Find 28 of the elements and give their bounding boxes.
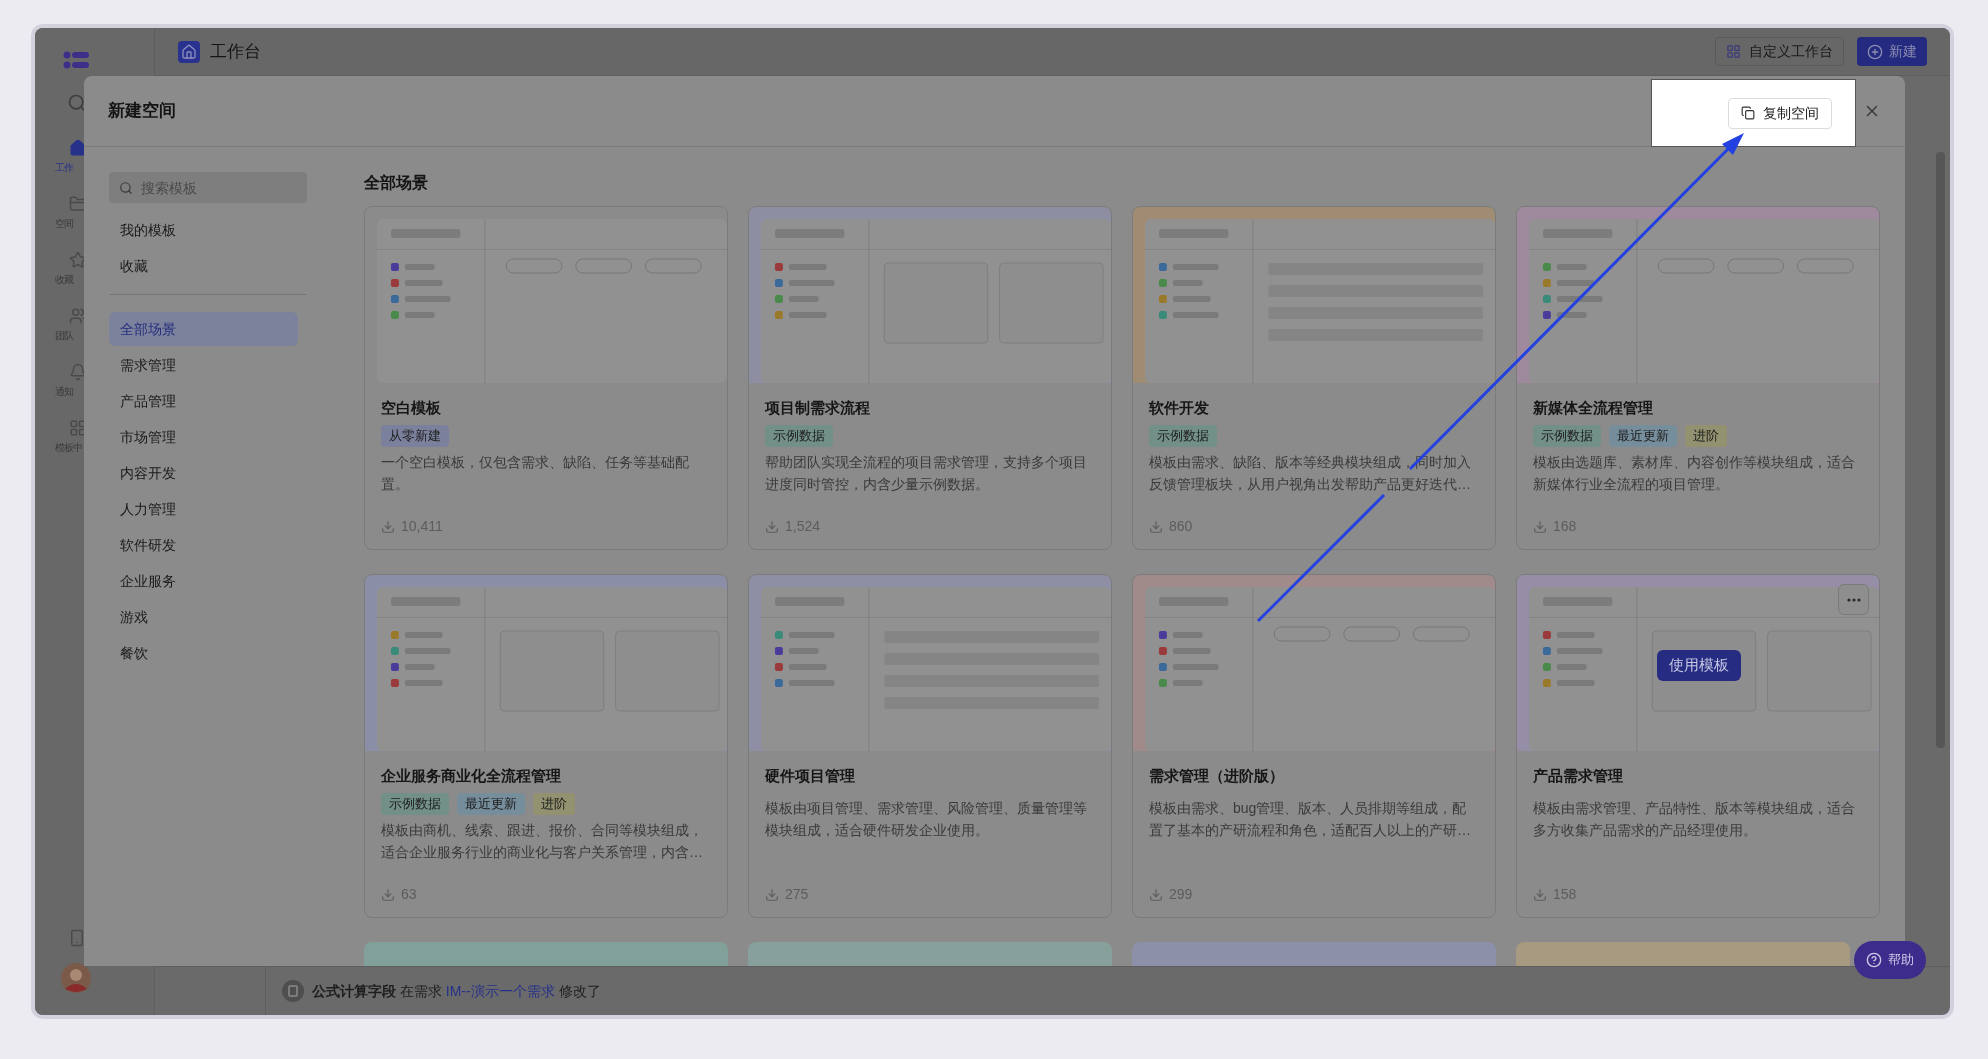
card-title: 项目制需求流程 bbox=[765, 398, 871, 418]
card-title: 需求管理（进阶版） bbox=[1149, 766, 1285, 786]
card-title: 企业服务商业化全流程管理 bbox=[381, 766, 562, 786]
card-title: 空白模板 bbox=[381, 398, 442, 418]
tag: 从零新建 bbox=[381, 425, 449, 447]
card-description: 一个空白模板，仅包含需求、缺陷、任务等基础配置。 bbox=[381, 453, 690, 494]
activity-text: 公式计算字段 在需求 IM--演示一个需求 修改了 bbox=[312, 981, 601, 1001]
tag: 示例数据 bbox=[381, 793, 449, 815]
card-title: 产品需求管理 bbox=[1533, 766, 1624, 786]
card-title: 硬件项目管理 bbox=[765, 766, 856, 786]
tag: 最近更新 bbox=[457, 793, 525, 815]
tag: 示例数据 bbox=[765, 425, 833, 447]
card-description: 模板由商机、线索、跟进、报价、合同等模块组成，适合企业服务行业的商业化与客户关系管理，内含… bbox=[381, 821, 704, 862]
card-description: 帮助团队实现全流程的项目需求管理，支持多个项目进度同时管控，内含少量示例数据。 bbox=[765, 453, 1088, 494]
card-description: 模板由需求、bug管理、版本、人员排期等组成，配置了基本的产研流程和角色，适配百人以上的产研… bbox=[1149, 799, 1472, 840]
section-title: 全部场景 bbox=[364, 173, 429, 193]
card-description: 模板由选题库、素材库、内容创作等模块组成，适合新媒体行业全流程的项目管理。 bbox=[1533, 453, 1856, 494]
tag: 最近更新 bbox=[1609, 425, 1677, 447]
tag: 进阶 bbox=[1685, 425, 1727, 447]
card-description: 模板由需求管理、产品特性、版本等模块组成，适合多方收集产品需求的产品经理使用。 bbox=[1533, 799, 1856, 840]
card-title: 软件开发 bbox=[1149, 398, 1210, 418]
card-description: 模板由项目管理、需求管理、风险管理、质量管理等模块组成，适合硬件研发企业使用。 bbox=[765, 799, 1088, 840]
tag: 示例数据 bbox=[1533, 425, 1601, 447]
page-title: 工作台 bbox=[210, 40, 261, 63]
dialog-title: 新建空间 bbox=[108, 100, 176, 123]
tag: 示例数据 bbox=[1149, 425, 1217, 447]
tag: 进阶 bbox=[533, 793, 575, 815]
card-title: 新媒体全流程管理 bbox=[1533, 398, 1654, 418]
